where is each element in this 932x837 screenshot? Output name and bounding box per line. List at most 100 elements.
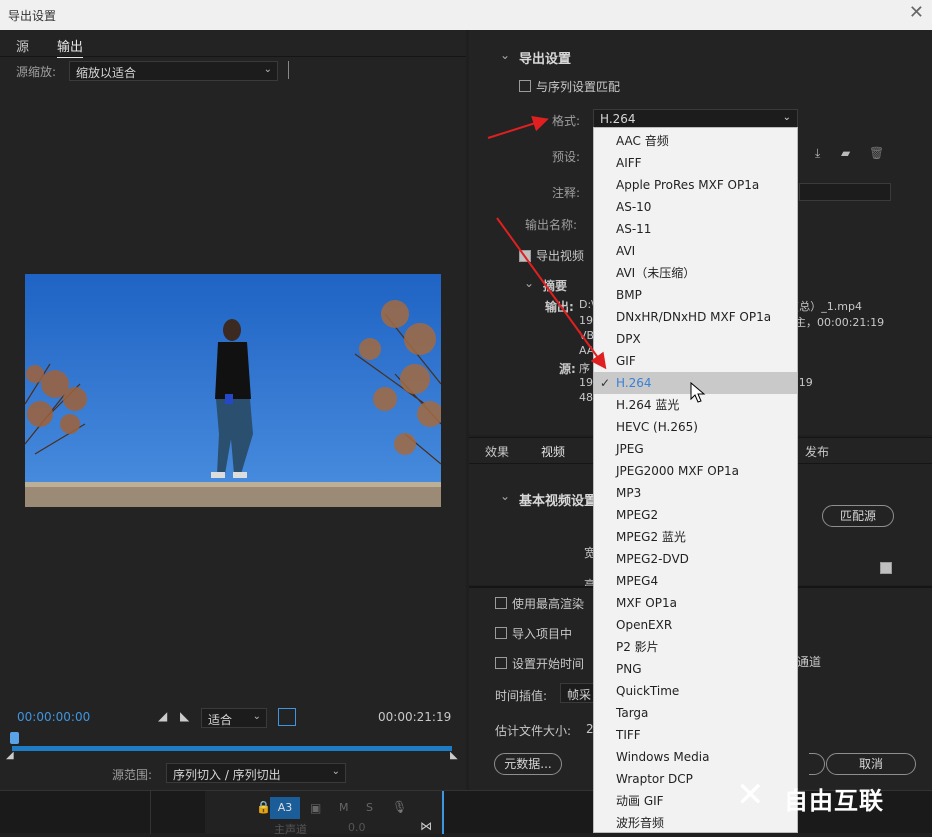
match-source-button[interactable]: 匹配源 (822, 505, 894, 527)
format-option[interactable]: P2 影片 (594, 636, 797, 658)
tab-output[interactable]: 输出 (57, 36, 84, 58)
format-option[interactable]: OpenEXR (594, 614, 797, 636)
import-project-checkbox[interactable] (495, 627, 507, 639)
format-option[interactable]: H.264 蓝光 (594, 394, 797, 416)
solo-button[interactable]: S (366, 801, 373, 814)
format-option[interactable]: MXF OP1a (594, 592, 797, 614)
format-option[interactable]: MPEG2 蓝光 (594, 526, 797, 548)
track-end-icon[interactable]: ⋈ (420, 819, 432, 833)
format-option[interactable]: Windows Media (594, 746, 797, 768)
format-option-label: BMP (616, 288, 642, 302)
format-dropdown-list[interactable]: AAC 音频 AIFF Apple ProRes MXF OP1a AS-10 AS-1… (593, 127, 798, 833)
match-sequence-label: 与序列设置匹配 (536, 80, 621, 94)
chevron-down-icon: ⌄ (252, 711, 261, 722)
cancel-button[interactable]: 取消 (826, 753, 916, 775)
export-video-checkbox[interactable] (519, 250, 531, 262)
width-checkbox[interactable] (880, 562, 892, 574)
delete-preset-icon[interactable]: 🗑 (869, 146, 884, 160)
fit-select[interactable]: 适合 ⌄ (201, 708, 267, 728)
output-filename: (总）_1.mp4 (795, 300, 862, 313)
summary-chevron-icon[interactable]: ⌄ (524, 276, 534, 290)
format-option-label: GIF (616, 354, 636, 368)
match-sequence-checkbox[interactable] (519, 80, 531, 92)
set-start-checkbox[interactable] (495, 657, 507, 669)
format-option[interactable]: AS-11 (594, 218, 797, 240)
format-option[interactable]: PNG (594, 658, 797, 680)
format-option[interactable]: DPX (594, 328, 797, 350)
format-select[interactable]: H.264 ⌄ (593, 109, 798, 129)
metadata-button[interactable]: 元数据... (494, 753, 562, 775)
tab-effects[interactable]: 效果 (485, 443, 509, 460)
comment-input[interactable] (799, 183, 891, 201)
track-target-a3[interactable]: A3 (270, 797, 300, 819)
interp-label: 时间插值: (495, 689, 548, 703)
format-option[interactable]: BMP (594, 284, 797, 306)
format-option-label: H.264 蓝光 (616, 398, 680, 412)
format-option-label: MP3 (616, 486, 642, 500)
mark-out-icon[interactable]: ◣ (180, 709, 189, 723)
format-option[interactable]: ✓ H.264 (594, 372, 797, 394)
save-preset-icon[interactable]: ⤓ (815, 146, 820, 161)
format-option[interactable]: MP3 (594, 482, 797, 504)
current-timecode[interactable]: 00:00:00:00 (17, 710, 90, 724)
mute-button[interactable]: M (339, 801, 349, 814)
format-option[interactable]: TIFF (594, 724, 797, 746)
aspect-toggle-icon[interactable] (278, 708, 296, 726)
source-range-select[interactable]: 序列切入 / 序列切出 ⌄ (166, 763, 346, 783)
collapse-chevron-icon[interactable]: ⌄ (500, 489, 510, 503)
max-render-checkbox[interactable] (495, 597, 507, 609)
voiceover-mic-icon[interactable]: 🎙 (392, 800, 407, 814)
export-button[interactable] (809, 753, 825, 775)
source-range-value: 序列切入 / 序列切出 (173, 768, 281, 782)
timeline-controls: 00:00:00:00 ◢ ◣ 适合 ⌄ 00:00:21:19 ◢ ◣ 源范围… (0, 700, 466, 790)
range-start-marker-icon[interactable]: ◢ (6, 750, 14, 761)
format-option-label: AIFF (616, 156, 642, 170)
source-zoom-select[interactable]: 缩放以适合 ⌄ (69, 61, 278, 81)
format-option[interactable]: AAC 音频 (594, 130, 797, 152)
format-option[interactable]: Targa (594, 702, 797, 724)
format-option[interactable]: AIFF (594, 152, 797, 174)
tab-bar: 源 输出 (0, 30, 466, 58)
tab-source[interactable]: 源 (16, 36, 29, 55)
format-option[interactable]: Apple ProRes MXF OP1a (594, 174, 797, 196)
format-value: H.264 (600, 112, 636, 126)
format-option[interactable]: AVI (594, 240, 797, 262)
timeline-track[interactable] (12, 746, 452, 751)
source-zoom-label: 源缩放: (16, 65, 57, 79)
collapse-chevron-icon[interactable]: ⌄ (500, 48, 510, 62)
max-render-label: 使用最高渲染 (512, 597, 585, 611)
range-end-marker-icon[interactable]: ◣ (450, 750, 458, 761)
divider (288, 61, 289, 79)
format-option-label: AS-10 (616, 200, 652, 214)
source-summary-label: 源: (559, 362, 576, 376)
tab-publish[interactable]: 发布 (805, 443, 829, 460)
playhead-handle[interactable] (10, 732, 19, 744)
format-option-label: 动画 GIF (616, 794, 664, 808)
playhead-line (442, 791, 444, 834)
close-icon[interactable]: ✕ (909, 3, 924, 23)
format-option[interactable]: HEVC (H.265) (594, 416, 797, 438)
format-option-label: PNG (616, 662, 642, 676)
format-option-label: DPX (616, 332, 641, 346)
format-option[interactable]: MPEG2 (594, 504, 797, 526)
import-preset-icon[interactable]: ▰ (841, 146, 850, 160)
output-line: VB (579, 329, 595, 342)
format-option[interactable]: AVI（未压缩） (594, 262, 797, 284)
sync-lock-icon[interactable]: ▣ (310, 801, 321, 815)
format-option[interactable]: DNxHR/DNxHD MXF OP1a (594, 306, 797, 328)
format-option[interactable]: GIF (594, 350, 797, 372)
tab-video[interactable]: 视频 (541, 443, 565, 460)
format-option-label: OpenEXR (616, 618, 673, 632)
format-option[interactable]: MPEG4 (594, 570, 797, 592)
format-option-label: JPEG2000 MXF OP1a (616, 464, 739, 478)
format-option[interactable]: MPEG2-DVD (594, 548, 797, 570)
comment-label: 注释: (552, 186, 581, 200)
format-option-label: H.264 (616, 376, 652, 390)
format-option[interactable]: AS-10 (594, 196, 797, 218)
format-option[interactable]: JPEG (594, 438, 797, 460)
format-option[interactable]: JPEG2000 MXF OP1a (594, 460, 797, 482)
lock-icon[interactable]: 🔒 (256, 800, 271, 814)
mark-in-icon[interactable]: ◢ (158, 709, 167, 723)
format-option[interactable]: QuickTime (594, 680, 797, 702)
format-option-label: Apple ProRes MXF OP1a (616, 178, 760, 192)
